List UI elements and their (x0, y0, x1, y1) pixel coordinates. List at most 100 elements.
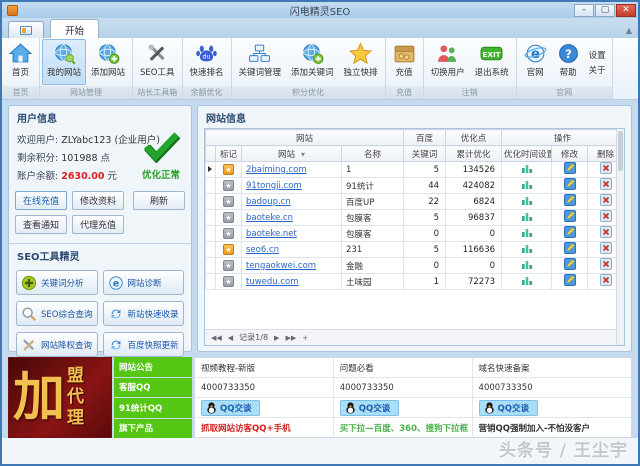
delete-icon[interactable] (600, 183, 612, 193)
optimize-time-chart-icon[interactable] (521, 247, 533, 257)
agent-recharge-button[interactable]: 代理充值 (72, 215, 124, 234)
col-header-total[interactable]: 累计优化 (446, 146, 502, 162)
add-row-icon[interactable]: + (302, 334, 308, 342)
col-header-mark[interactable]: 标记 (216, 146, 242, 162)
ribbon-button-ie[interactable]: e官网 (519, 39, 552, 85)
edit-icon[interactable] (564, 167, 576, 177)
group-header-site[interactable]: 网站 (206, 130, 404, 146)
last-page-icon[interactable]: ▶▶ (285, 334, 296, 342)
col-header-name[interactable]: 名称 (342, 146, 404, 162)
ribbon-button-globe-add[interactable]: 添加网站 (86, 39, 130, 85)
tab-start[interactable]: 开始 (50, 19, 99, 38)
table-row[interactable]: ★ tuwedu.com 土味园 1 72273 (206, 274, 624, 290)
ribbon-button-money[interactable]: 充值 (388, 39, 421, 85)
recharge-online-button[interactable]: 在线充值 (15, 191, 67, 210)
ribbon-button-baidu-paw[interactable]: du快速排名 (185, 39, 229, 85)
table-scrollbar[interactable] (616, 129, 624, 345)
edit-profile-button[interactable]: 修改资料 (72, 191, 124, 210)
snapshot-update-button[interactable]: 百度快照更新 (103, 332, 185, 357)
keyword-analysis-button[interactable]: 关键词分析 (16, 270, 98, 295)
col-header-edit[interactable]: 修改 (552, 146, 588, 162)
table-row[interactable]: ★ baoteke.cn 包膜客 5 96837 (206, 210, 624, 226)
col-header-time[interactable]: 优化时间设置 (502, 146, 552, 162)
optimize-time-chart-icon[interactable] (521, 183, 533, 193)
edit-icon[interactable] (564, 263, 576, 273)
edit-icon[interactable] (564, 279, 576, 289)
view-notice-button[interactable]: 查看通知 (15, 215, 67, 234)
optimize-time-chart-icon[interactable] (521, 215, 533, 225)
announcement-1[interactable]: 视频教程-新版 (195, 358, 333, 377)
table-row[interactable]: ★ tengaokwei.com 金融 0 0 (206, 258, 624, 274)
mark-star-icon[interactable]: ★ (223, 164, 234, 175)
delete-icon[interactable] (600, 279, 612, 289)
site-domain-link[interactable]: tengaokwei.com (244, 261, 316, 271)
site-domain-link[interactable]: baoteke.cn (244, 213, 293, 223)
site-domain-link[interactable]: tuwedu.com (244, 277, 299, 287)
prev-page-icon[interactable]: ◀ (228, 334, 233, 342)
table-row[interactable]: ★ seo6.cn 231 5 116636 (206, 242, 624, 258)
delete-icon[interactable] (600, 215, 612, 225)
ribbon-button-star[interactable]: 独立快排 (339, 39, 383, 85)
optimize-time-chart-icon[interactable] (521, 279, 533, 289)
site-diagnosis-button[interactable]: e 网站诊断 (103, 270, 185, 295)
ribbon-button-globe-add[interactable]: 添加关键词 (286, 39, 339, 85)
delete-icon[interactable] (600, 263, 612, 273)
edit-icon[interactable] (564, 247, 576, 257)
delete-icon[interactable] (600, 247, 612, 257)
product-2[interactable]: 买下拉—百度、360、搜狗下拉框 (334, 418, 472, 437)
edit-icon[interactable] (564, 199, 576, 209)
col-header-site[interactable]: 网站▾ (242, 146, 342, 162)
table-row[interactable]: ★ 2baiming.com 1 5 134526 (206, 162, 624, 178)
delete-icon[interactable] (600, 167, 612, 177)
site-domain-link[interactable]: seo6.cn (244, 245, 279, 255)
mark-star-icon[interactable]: ★ (223, 228, 234, 239)
table-row[interactable]: ★ badoup.cn 百度UP 22 6824 (206, 194, 624, 210)
mark-star-icon[interactable]: ★ (223, 196, 234, 207)
product-1[interactable]: 抓取网站访客QQ+手机 (195, 418, 333, 437)
col-header-keywords[interactable]: 关键词 (404, 146, 446, 162)
qq-chat-button[interactable]: QQ交谈 (201, 400, 260, 416)
table-row[interactable]: ★ baoteke.net 包膜客 0 0 (206, 226, 624, 242)
delete-icon[interactable] (600, 231, 612, 241)
next-page-icon[interactable]: ▶ (274, 334, 279, 342)
maximize-button[interactable]: ▢ (595, 4, 615, 17)
edit-icon[interactable] (564, 183, 576, 193)
ribbon-button-users[interactable]: 切换用户 (426, 39, 470, 85)
announcement-3[interactable]: 域名快速备案 (473, 358, 631, 377)
optimize-time-chart-icon[interactable] (521, 231, 533, 241)
announcement-2[interactable]: 问题必看 (334, 358, 472, 377)
optimize-time-chart-icon[interactable] (521, 199, 533, 209)
table-row[interactable]: ★ 91tongji.com 91统计 44 424082 (206, 178, 624, 194)
edit-icon[interactable] (564, 231, 576, 241)
seo-query-button[interactable]: SEO综合查询 (16, 301, 98, 326)
close-button[interactable]: ✕ (616, 4, 636, 17)
site-domain-link[interactable]: badoup.cn (244, 197, 291, 207)
minimize-button[interactable]: – (574, 4, 594, 17)
ribbon-button-home[interactable]: 首页 (4, 39, 37, 85)
ribbon-button-tools[interactable]: SEO工具 (135, 39, 179, 85)
ribbon-button-help[interactable]: ?帮助 (552, 39, 585, 85)
ribbon-button-exit[interactable]: EXIT退出系统 (470, 39, 514, 85)
qq-chat-button[interactable]: QQ交谈 (340, 400, 399, 416)
ribbon-small-button[interactable]: 设置 (589, 49, 606, 61)
optimize-time-chart-icon[interactable] (521, 167, 533, 177)
ribbon-small-button[interactable]: 关于 (589, 64, 606, 76)
site-domain-link[interactable]: 2baiming.com (244, 165, 307, 175)
first-page-icon[interactable]: ◀◀ (211, 334, 222, 342)
site-domain-link[interactable]: 91tongji.com (244, 181, 302, 191)
mark-star-icon[interactable]: ★ (223, 180, 234, 191)
delete-icon[interactable] (600, 199, 612, 209)
mark-star-icon[interactable]: ★ (223, 244, 234, 255)
join-agent-banner[interactable]: 加 盟 代 理 (8, 357, 112, 438)
fast-include-button[interactable]: 新站快速收录 (103, 301, 185, 326)
product-3[interactable]: 营销QQ强制加入-不怕没客户 (473, 418, 631, 437)
ribbon-button-globe-search[interactable]: 我的网站 (42, 39, 86, 85)
qq-chat-button[interactable]: QQ交谈 (479, 400, 538, 416)
downgrade-query-button[interactable]: 网站降权查询 (16, 332, 98, 357)
edit-icon[interactable] (564, 215, 576, 225)
mark-star-icon[interactable]: ★ (223, 276, 234, 287)
mark-star-icon[interactable]: ★ (223, 212, 234, 223)
optimize-time-chart-icon[interactable] (521, 263, 533, 273)
collapse-ribbon-icon[interactable]: ▲ (626, 26, 632, 35)
refresh-button[interactable]: 刷新 (133, 191, 185, 210)
